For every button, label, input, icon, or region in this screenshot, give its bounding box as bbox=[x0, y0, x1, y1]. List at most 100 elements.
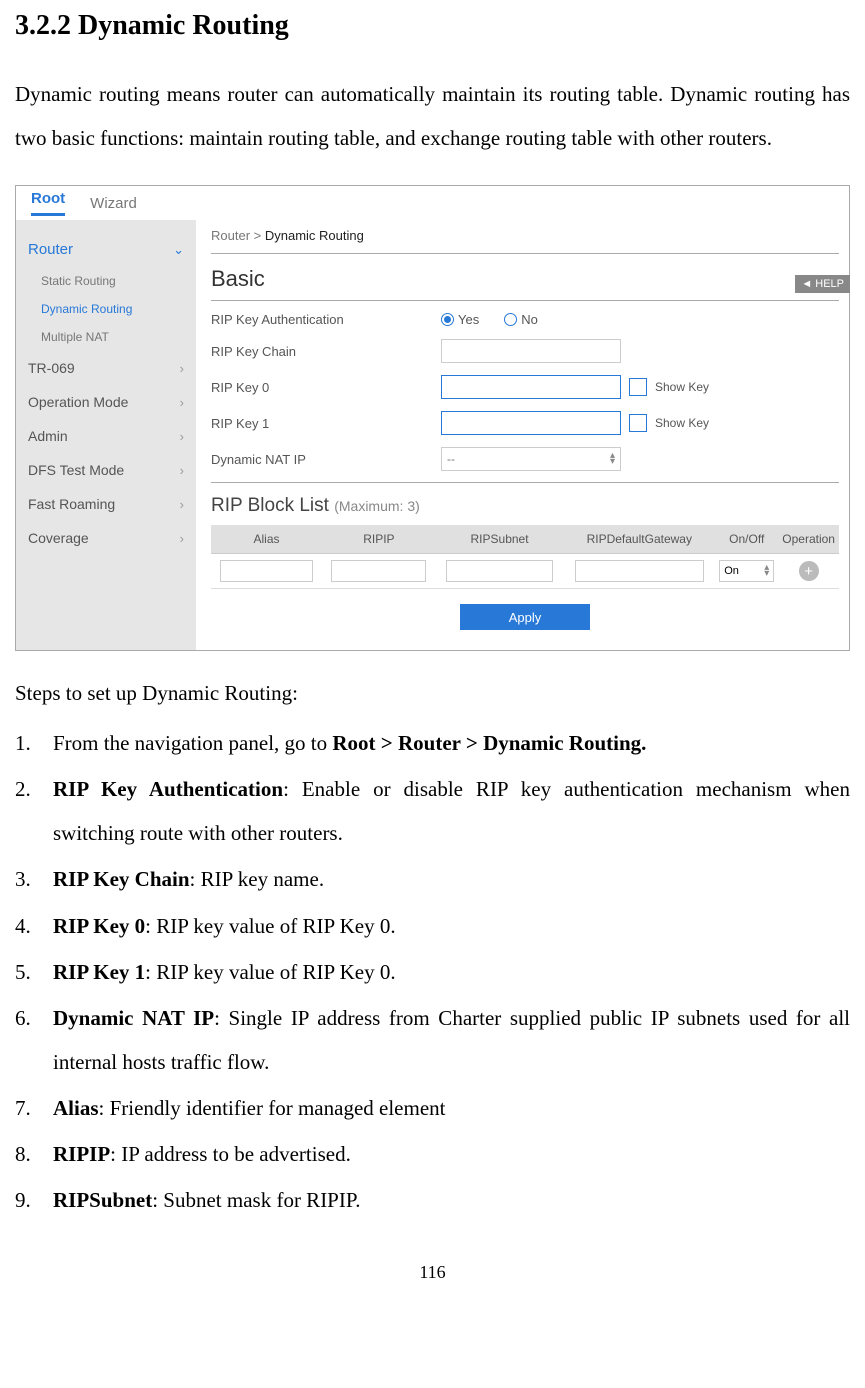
step-number: 5. bbox=[15, 950, 53, 994]
col-ripdefaultgateway: RIPDefaultGateway bbox=[563, 525, 715, 554]
sidebar-sub-multiple-nat[interactable]: Multiple NAT bbox=[41, 323, 196, 351]
step-text: RIP Key 0: RIP key value of RIP Key 0. bbox=[53, 904, 850, 948]
rip-chain-label: RIP Key Chain bbox=[211, 344, 441, 359]
radio-selected-icon bbox=[441, 313, 454, 326]
sidebar-item-admin[interactable]: Admin › bbox=[16, 419, 196, 453]
breadcrumb-router: Router > bbox=[211, 228, 261, 243]
sidebar-item-operation-mode[interactable]: Operation Mode › bbox=[16, 385, 196, 419]
show-key0-checkbox[interactable] bbox=[629, 378, 647, 396]
step-text: From the navigation panel, go to Root > … bbox=[53, 721, 850, 765]
step-number: 1. bbox=[15, 721, 53, 765]
rip-key0-label: RIP Key 0 bbox=[211, 380, 441, 395]
select-stepper-icon: ▴▾ bbox=[610, 453, 615, 465]
rip-key1-input[interactable] bbox=[441, 411, 621, 435]
step-number: 2. bbox=[15, 767, 53, 855]
chevron-right-icon: › bbox=[180, 531, 184, 546]
select-stepper-icon: ▴▾ bbox=[764, 565, 769, 577]
top-tab-root[interactable]: Root bbox=[31, 190, 65, 216]
show-key1-label: Show Key bbox=[655, 416, 709, 430]
rip-auth-label: RIP Key Authentication bbox=[211, 312, 441, 327]
step-number: 6. bbox=[15, 996, 53, 1084]
sidebar-item-tr069[interactable]: TR-069 › bbox=[16, 351, 196, 385]
onoff-value: On bbox=[724, 565, 739, 577]
step-text: RIP Key Chain: RIP key name. bbox=[53, 857, 850, 901]
steps-list: 1.From the navigation panel, go to Root … bbox=[15, 721, 850, 1222]
col-ripip: RIPIP bbox=[322, 525, 436, 554]
step-text: RIP Key Authentication: Enable or disabl… bbox=[53, 767, 850, 855]
sidebar-item-label: TR-069 bbox=[28, 360, 75, 376]
rip-auth-no-radio[interactable]: No bbox=[504, 312, 538, 327]
col-ripsubnet: RIPSubnet bbox=[436, 525, 564, 554]
rip-key0-input[interactable] bbox=[441, 375, 621, 399]
show-key0-label: Show Key bbox=[655, 380, 709, 394]
sidebar-sub-dynamic-routing[interactable]: Dynamic Routing bbox=[41, 295, 196, 323]
sidebar-item-fast-roaming[interactable]: Fast Roaming › bbox=[16, 487, 196, 521]
divider bbox=[211, 253, 839, 254]
step-number: 8. bbox=[15, 1132, 53, 1176]
sidebar: Router ⌄ Static Routing Dynamic Routing … bbox=[16, 220, 196, 650]
chevron-right-icon: › bbox=[180, 429, 184, 444]
step-number: 4. bbox=[15, 904, 53, 948]
help-button[interactable]: ◄ HELP bbox=[795, 275, 850, 293]
rip-block-table: Alias RIPIP RIPSubnet RIPDefaultGateway … bbox=[211, 525, 839, 589]
rip-auth-yes-radio[interactable]: Yes bbox=[441, 312, 479, 327]
steps-intro: Steps to set up Dynamic Routing: bbox=[15, 681, 850, 706]
sidebar-sub-static-routing[interactable]: Static Routing bbox=[41, 267, 196, 295]
ripsubnet-input[interactable] bbox=[446, 560, 554, 582]
sidebar-item-coverage[interactable]: Coverage › bbox=[16, 521, 196, 555]
sidebar-item-router[interactable]: Router ⌄ bbox=[16, 232, 196, 267]
chevron-left-icon: ◄ bbox=[801, 278, 812, 290]
intro-paragraph: Dynamic routing means router can automat… bbox=[15, 72, 850, 160]
dynamic-nat-ip-label: Dynamic NAT IP bbox=[211, 452, 441, 467]
chevron-right-icon: › bbox=[180, 497, 184, 512]
breadcrumb: Router > Dynamic Routing bbox=[211, 228, 839, 243]
sidebar-item-label: Operation Mode bbox=[28, 394, 128, 410]
step-number: 7. bbox=[15, 1086, 53, 1130]
step-text: Dynamic NAT IP: Single IP address from C… bbox=[53, 996, 850, 1084]
chevron-down-icon: ⌄ bbox=[173, 242, 184, 258]
ripip-input[interactable] bbox=[331, 560, 426, 582]
alias-input[interactable] bbox=[220, 560, 313, 582]
top-tab-wizard[interactable]: Wizard bbox=[90, 195, 137, 212]
sidebar-item-label: Fast Roaming bbox=[28, 496, 115, 512]
col-alias: Alias bbox=[211, 525, 322, 554]
chevron-right-icon: › bbox=[180, 463, 184, 478]
radio-unselected-icon bbox=[504, 313, 517, 326]
step-text: RIPSubnet: Subnet mask for RIPIP. bbox=[53, 1178, 850, 1222]
page-number: 116 bbox=[15, 1262, 850, 1283]
sidebar-item-dfs-test-mode[interactable]: DFS Test Mode › bbox=[16, 453, 196, 487]
radio-label: No bbox=[521, 312, 538, 327]
rip-block-list-label: RIP Block List bbox=[211, 495, 329, 516]
chevron-right-icon: › bbox=[180, 395, 184, 410]
rip-key1-label: RIP Key 1 bbox=[211, 416, 441, 431]
step-number: 9. bbox=[15, 1178, 53, 1222]
col-onoff: On/Off bbox=[715, 525, 778, 554]
sidebar-item-label: Coverage bbox=[28, 530, 89, 546]
show-key1-checkbox[interactable] bbox=[629, 414, 647, 432]
rip-chain-input[interactable] bbox=[441, 339, 621, 363]
onoff-select[interactable]: On ▴▾ bbox=[719, 560, 774, 582]
table-row: On ▴▾ + bbox=[211, 554, 839, 589]
apply-button[interactable]: Apply bbox=[460, 604, 590, 630]
step-text: RIPIP: IP address to be advertised. bbox=[53, 1132, 850, 1176]
section-heading: 3.2.2 Dynamic Routing bbox=[15, 10, 850, 42]
step-text: RIP Key 1: RIP key value of RIP Key 0. bbox=[53, 950, 850, 994]
ripgateway-input[interactable] bbox=[575, 560, 705, 582]
col-operation: Operation bbox=[778, 525, 839, 554]
step-text: Alias: Friendly identifier for managed e… bbox=[53, 1086, 850, 1130]
dynamic-nat-ip-select[interactable]: -- ▴▾ bbox=[441, 447, 621, 471]
breadcrumb-current: Dynamic Routing bbox=[265, 228, 364, 243]
rip-block-list-max: (Maximum: 3) bbox=[334, 498, 420, 514]
basic-panel-title: Basic bbox=[211, 266, 839, 292]
radio-label: Yes bbox=[458, 312, 479, 327]
select-value: -- bbox=[447, 452, 455, 466]
step-number: 3. bbox=[15, 857, 53, 901]
divider bbox=[211, 300, 839, 301]
help-label: HELP bbox=[815, 278, 844, 290]
router-ui-screenshot: Root Wizard Router ⌄ Static Routing Dyna… bbox=[15, 185, 850, 651]
sidebar-item-label: Admin bbox=[28, 428, 68, 444]
sidebar-item-label: DFS Test Mode bbox=[28, 462, 124, 478]
chevron-right-icon: › bbox=[180, 361, 184, 376]
add-row-button[interactable]: + bbox=[799, 561, 819, 581]
divider bbox=[211, 482, 839, 483]
